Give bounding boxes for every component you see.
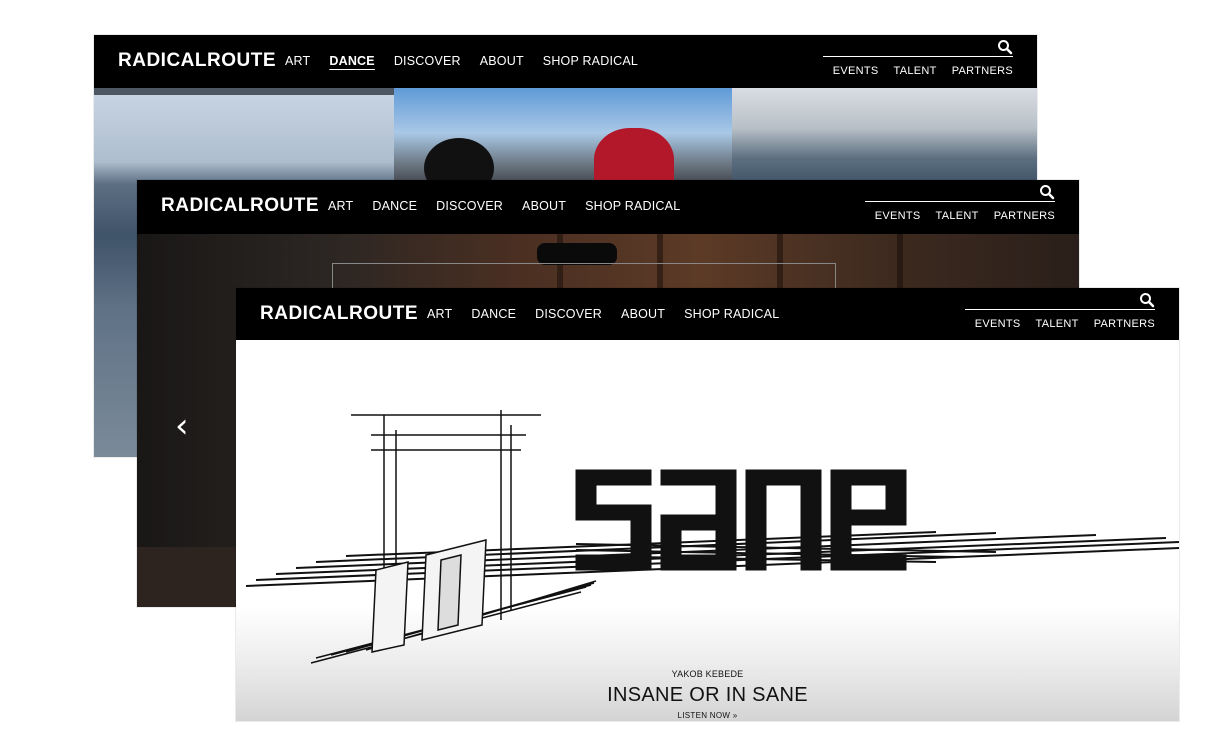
main-menu: ART DANCE DISCOVER ABOUT SHOP RADICAL xyxy=(427,307,798,321)
search-icon[interactable] xyxy=(1039,184,1055,200)
secondary-links: EVENTS TALENT PARTNERS xyxy=(860,210,1055,222)
search-input[interactable] xyxy=(865,201,1055,202)
search-icon[interactable] xyxy=(1139,292,1155,308)
menu-item-art[interactable]: ART xyxy=(328,199,353,213)
menu-item-art[interactable]: ART xyxy=(285,54,310,68)
top-nav: RADICALROUTE ART DANCE DISCOVER ABOUT SH… xyxy=(236,288,1179,340)
window-front: YAKOB KEBEDE INSANE OR IN SANE LISTEN NO… xyxy=(236,288,1179,721)
link-events[interactable]: EVENTS xyxy=(875,210,921,222)
secondary-links: EVENTS TALENT PARTNERS xyxy=(960,318,1155,330)
hero-image-hooded-dancer xyxy=(394,88,732,198)
top-nav: RADICALROUTE ART DANCE DISCOVER ABOUT SH… xyxy=(94,35,1037,88)
secondary-nav: EVENTS TALENT PARTNERS xyxy=(965,288,1155,342)
menu-item-dance[interactable]: DANCE xyxy=(372,199,417,213)
link-partners[interactable]: PARTNERS xyxy=(952,65,1013,77)
menu-item-shop[interactable]: SHOP RADICAL xyxy=(543,54,638,68)
main-menu: ART DANCE DISCOVER ABOUT SHOP RADICAL xyxy=(285,54,657,68)
search-icon[interactable] xyxy=(997,39,1013,55)
sunglasses xyxy=(537,243,617,265)
link-talent[interactable]: TALENT xyxy=(936,210,979,222)
link-partners[interactable]: PARTNERS xyxy=(1094,318,1155,330)
logo[interactable]: RADICALROUTE xyxy=(118,50,276,72)
menu-item-about[interactable]: ABOUT xyxy=(522,199,566,213)
search-input[interactable] xyxy=(823,56,1013,57)
search-input[interactable] xyxy=(965,309,1155,310)
main-menu: ART DANCE DISCOVER ABOUT SHOP RADICAL xyxy=(328,199,699,213)
top-nav: RADICALROUTE ART DANCE DISCOVER ABOUT SH… xyxy=(137,180,1079,234)
link-talent[interactable]: TALENT xyxy=(894,65,937,77)
logo[interactable]: RADICALROUTE xyxy=(260,303,418,325)
menu-item-shop[interactable]: SHOP RADICAL xyxy=(684,307,779,321)
chevron-left-icon[interactable]: ‹ xyxy=(175,406,189,446)
hero-title: INSANE OR IN SANE xyxy=(607,684,808,706)
secondary-nav: EVENTS TALENT PARTNERS xyxy=(865,180,1055,234)
secondary-links: EVENTS TALENT PARTNERS xyxy=(818,65,1013,77)
in-letters xyxy=(371,539,487,653)
insane-artwork xyxy=(245,410,1179,664)
hero-image-city-waterfront xyxy=(732,88,1037,188)
hero-slide: YAKOB KEBEDE INSANE OR IN SANE LISTEN NO… xyxy=(236,340,1179,721)
menu-item-dance[interactable]: DANCE xyxy=(329,54,374,68)
secondary-nav: EVENTS TALENT PARTNERS xyxy=(823,35,1013,89)
listen-now-link[interactable]: LISTEN NOW » xyxy=(236,711,1179,720)
menu-item-discover[interactable]: DISCOVER xyxy=(394,54,461,68)
menu-item-dance[interactable]: DANCE xyxy=(471,307,516,321)
link-talent[interactable]: TALENT xyxy=(1036,318,1079,330)
menu-item-discover[interactable]: DISCOVER xyxy=(535,307,602,321)
logo[interactable]: RADICALROUTE xyxy=(161,195,319,217)
link-partners[interactable]: PARTNERS xyxy=(994,210,1055,222)
menu-item-discover[interactable]: DISCOVER xyxy=(436,199,503,213)
hero-artist: YAKOB KEBEDE xyxy=(671,669,744,679)
menu-item-about[interactable]: ABOUT xyxy=(480,54,524,68)
link-events[interactable]: EVENTS xyxy=(833,65,879,77)
link-events[interactable]: EVENTS xyxy=(975,318,1021,330)
menu-item-shop[interactable]: SHOP RADICAL xyxy=(585,199,680,213)
menu-item-art[interactable]: ART xyxy=(427,307,452,321)
menu-item-about[interactable]: ABOUT xyxy=(621,307,665,321)
